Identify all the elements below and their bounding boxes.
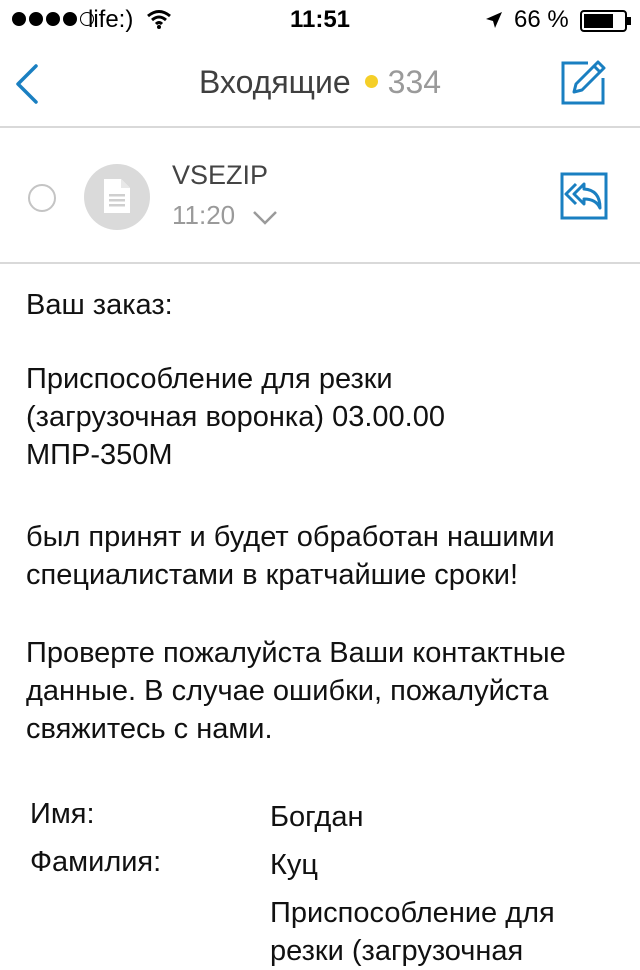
sender-avatar [84,164,150,230]
reply-all-icon[interactable] [560,172,608,220]
battery-percentage: 66 % [514,6,569,33]
contact-row: Приспособление для резки (загрузочная [30,894,630,967]
contact-row: Имя: Богдан [30,798,630,846]
navigation-bar: Входящие 334 [0,40,640,128]
message-header: VSEZIP 11:20 [0,130,640,264]
document-icon [104,179,130,213]
location-arrow-icon [486,12,502,28]
message-time: 11:20 [172,200,236,230]
chevron-down-icon[interactable] [252,210,278,226]
body-paragraph: Ваш заказ: [26,289,173,321]
field-label: Фамилия: [30,846,162,878]
field-value: Богдан [270,801,364,833]
field-label: Имя: [30,798,95,830]
body-paragraph: Проверте пожалуйста Ваши контактные данн… [26,637,566,745]
body-paragraph: Приспособление для резки (загрузочная во… [26,363,445,471]
mailbox-name: Входящие [198,64,351,100]
compose-icon[interactable] [558,58,608,108]
select-checkbox[interactable] [28,184,56,212]
sender-name: VSEZIP [172,160,269,190]
contact-row: Фамилия: Куц [30,846,630,894]
body-paragraph: был принят и будет обработан нашими спец… [26,521,555,591]
field-value: Куц [270,849,319,881]
unread-dot-icon [364,75,378,89]
mailbox-title: Входящие 334 [0,64,640,101]
contact-details-table: Имя: Богдан Фамилия: Куц Приспособление … [30,798,630,967]
status-bar: life:) 11:51 66 % [0,0,640,40]
field-value: Приспособление для резки (загрузочная [270,897,555,967]
unread-count: 334 [387,64,442,100]
battery-icon [580,10,631,32]
